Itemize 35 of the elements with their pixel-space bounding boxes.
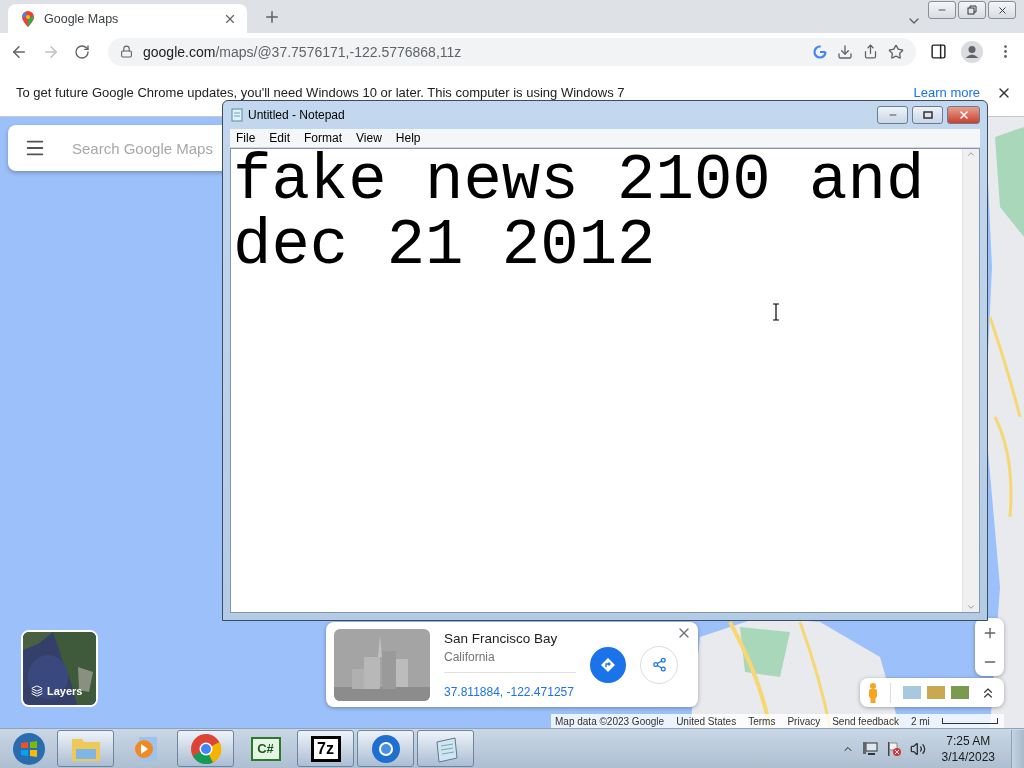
taskbar-button[interactable] xyxy=(57,730,114,767)
profile-icon[interactable] xyxy=(961,40,983,63)
new-tab-button[interactable] xyxy=(263,8,281,26)
taskbar-button[interactable] xyxy=(357,730,414,767)
restore-icon xyxy=(967,5,977,15)
clock[interactable]: 7:25 AM 3/14/2023 xyxy=(933,732,1003,765)
browser-tab[interactable]: Google Maps xyxy=(8,4,247,33)
chrome-icon[interactable] xyxy=(189,732,222,765)
archive-icon[interactable]: 7z xyxy=(310,735,341,762)
maximize-icon xyxy=(922,111,933,119)
minimize-button[interactable] xyxy=(928,1,956,19)
close-button[interactable] xyxy=(988,1,1016,19)
taskbar-button[interactable] xyxy=(417,730,474,767)
play-icon[interactable] xyxy=(132,734,159,763)
taskbar-button[interactable]: C# xyxy=(237,730,294,767)
restore-button[interactable] xyxy=(958,1,986,19)
learn-more-link[interactable]: Learn more xyxy=(913,85,980,100)
download-icon[interactable] xyxy=(837,43,853,60)
speaker-icon[interactable] xyxy=(909,740,926,757)
side-panel-icon[interactable] xyxy=(930,43,947,60)
taskbar-button[interactable]: 7z xyxy=(297,730,354,767)
share-icon[interactable] xyxy=(863,44,878,59)
lock-icon xyxy=(120,45,133,58)
update-message: To get future Google Chrome updates, you'll need Windows 10 or later. This computer is using Windows 7 xyxy=(16,85,626,100)
flag-icon[interactable] xyxy=(885,740,902,757)
csharp-icon[interactable]: C# xyxy=(250,736,281,761)
taskbar-button[interactable] xyxy=(177,730,234,767)
google-icon[interactable] xyxy=(813,44,827,59)
map-pin-icon xyxy=(22,10,34,27)
network-icon[interactable] xyxy=(861,740,878,757)
windows-logo-icon[interactable] xyxy=(12,731,46,766)
close-icon xyxy=(996,4,1008,16)
star-icon[interactable] xyxy=(888,43,904,60)
browser-icon[interactable] xyxy=(369,732,402,765)
reload-icon[interactable] xyxy=(74,43,90,60)
